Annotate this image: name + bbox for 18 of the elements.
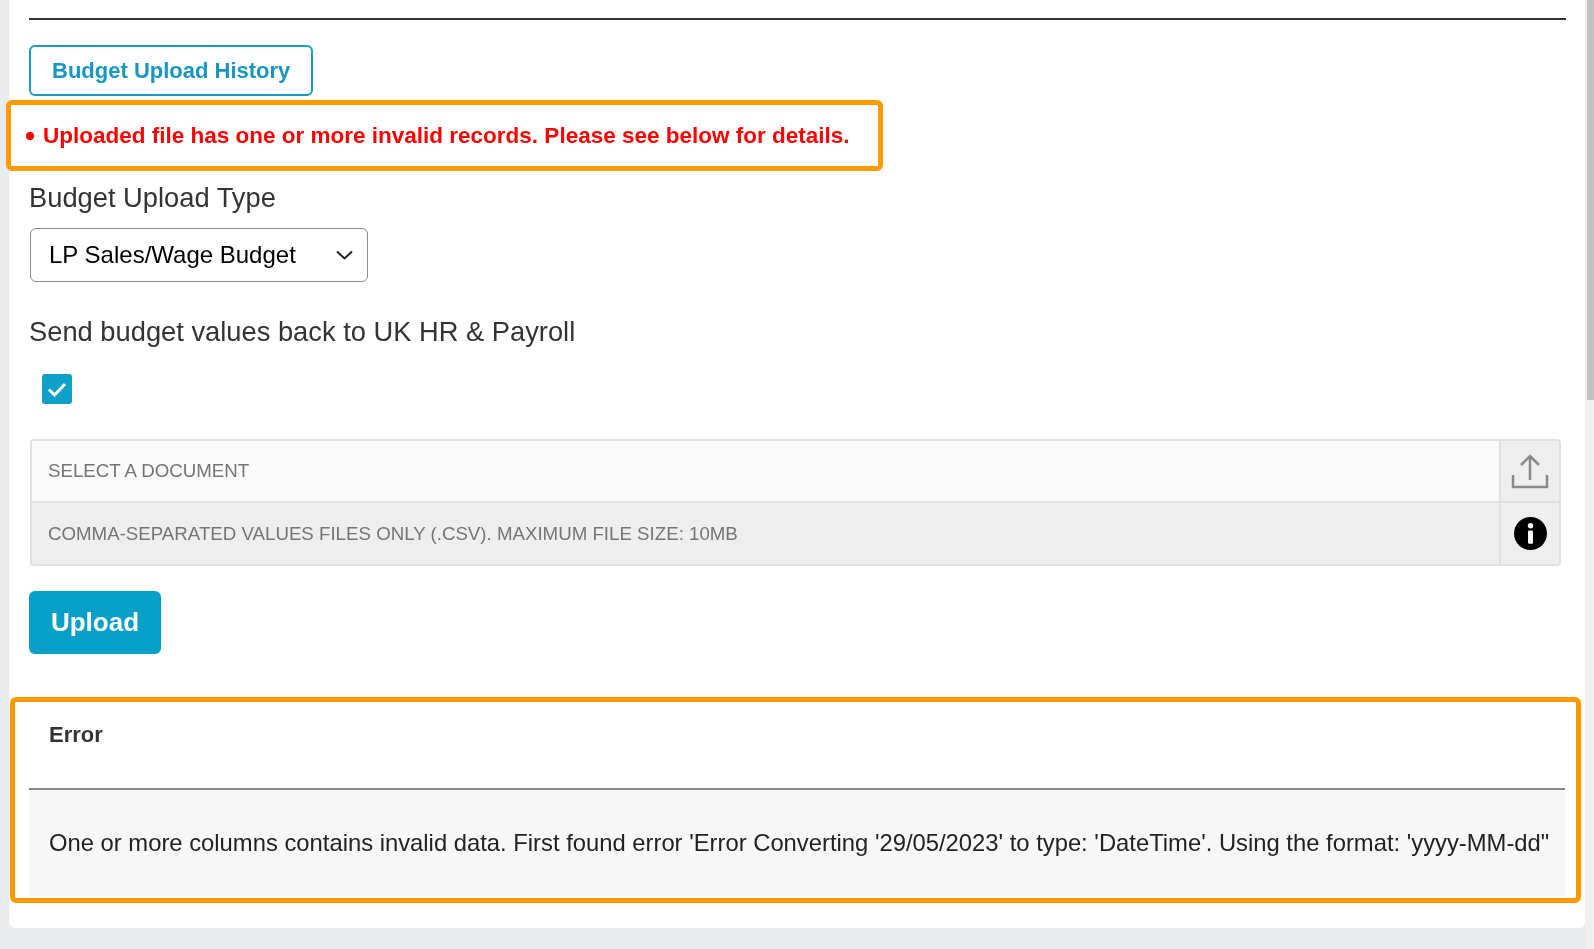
table-cell-text: One or more columns contains invalid data. First found error 'Error Converting '29/05/2023' to type: 'DateTime'. Using the format: 'yyyy-MM-dd" bbox=[48, 829, 1550, 857]
error-message: Uploaded file has one or more invalid records. Please see below for details. bbox=[43, 122, 850, 149]
upload-type-select[interactable]: LP Sales/Wage Budget bbox=[30, 228, 368, 282]
field-label: Send budget values back to UK HR & Payroll bbox=[29, 317, 576, 347]
bullet-icon bbox=[26, 131, 34, 140]
send-back-checkbox[interactable] bbox=[42, 374, 72, 404]
upload-button[interactable]: Upload bbox=[29, 591, 161, 654]
scrollbar-thumb[interactable] bbox=[1587, 0, 1594, 400]
document-field[interactable]: SELECT A DOCUMENT bbox=[32, 441, 1499, 501]
upload-tray-icon[interactable] bbox=[1511, 453, 1549, 489]
budget-upload-history-button[interactable]: Budget Upload History bbox=[29, 45, 314, 96]
chevron-down-icon bbox=[336, 250, 353, 260]
column-header: Error bbox=[48, 721, 104, 749]
field-label: Budget Upload Type bbox=[29, 183, 276, 213]
file-type-hint: COMMA-SEPARATED VALUES FILES ONLY (.CSV). MAXIMUM FILE SIZE: 10MB bbox=[32, 503, 1499, 564]
info-icon bbox=[1513, 517, 1547, 550]
check-icon bbox=[47, 381, 67, 397]
scrollbar[interactable] bbox=[1585, 0, 1594, 949]
